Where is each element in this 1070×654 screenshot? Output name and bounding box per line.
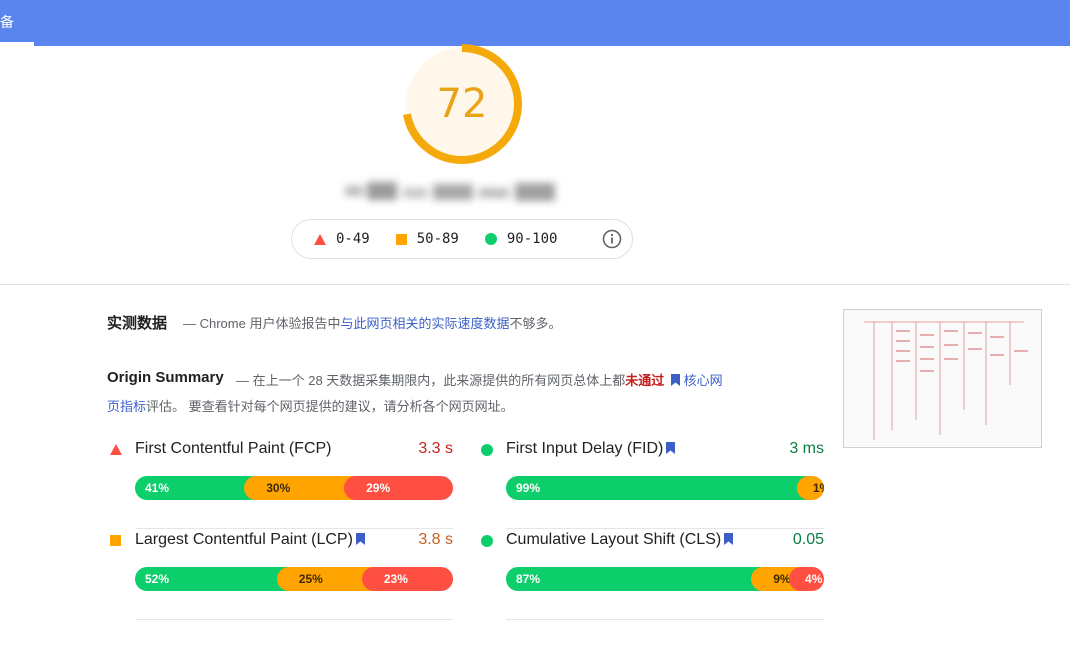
distribution-average: 1% xyxy=(796,476,824,500)
metric-header: Largest Contentful Paint (LCP) 3.8 s xyxy=(107,529,453,553)
field-data-title: 实测数据 xyxy=(107,315,168,332)
distribution-poor: 4% xyxy=(789,567,824,591)
field-data-desc-prefix: — Chrome 用户体验报告中 xyxy=(183,316,341,331)
thumbnail-image xyxy=(864,321,1028,440)
distribution-bar: 52% 25% 23% xyxy=(135,567,453,591)
core-web-vitals-link-part2[interactable]: 页指标 xyxy=(107,399,146,414)
metric-value: 0.05 xyxy=(792,531,824,548)
circle-icon xyxy=(484,233,497,245)
page-screenshot-thumbnail[interactable] xyxy=(843,309,1042,448)
blurred-url xyxy=(345,182,555,201)
top-app-bar: 备 xyxy=(0,0,1070,46)
distribution-label: 52% xyxy=(145,572,170,586)
distribution-good: 41% xyxy=(135,476,257,500)
field-data-description: — Chrome 用户体验报告中与此网页相关的实际速度数据不够多。 xyxy=(183,313,562,332)
metric-value: 3.8 s xyxy=(418,531,453,548)
info-icon[interactable] xyxy=(602,229,622,249)
metric-name: Cumulative Layout Shift (CLS) xyxy=(506,531,734,549)
origin-summary-title: Origin Summary xyxy=(107,369,224,386)
metric-value: 3 ms xyxy=(789,440,824,457)
distribution-poor: 29% xyxy=(344,476,453,500)
legend-good: 90-100 xyxy=(484,231,558,247)
distribution-label: 9% xyxy=(773,572,791,586)
performance-gauge: 72 xyxy=(400,42,524,166)
metric-2: Largest Contentful Paint (LCP) 3.8 s 52% 25… xyxy=(107,529,453,620)
distribution-bar: 87% 9% 4% xyxy=(506,567,824,591)
metric-value: 3.3 s xyxy=(418,440,453,457)
distribution-poor: 23% xyxy=(361,567,453,591)
legend-average-range: 50-89 xyxy=(416,231,459,247)
distribution-label: 25% xyxy=(298,572,323,586)
metric-name: First Contentful Paint (FCP) xyxy=(135,440,332,457)
distribution-bar: 41% 30% 29% xyxy=(135,476,453,500)
pagespeed-report: 备 72 0-49 50-89 90-100 实测数据 — Chrome 用户体… xyxy=(0,0,1070,654)
origin-summary-description-line1: — 在上一个 28 天数据采集期限内，此来源提供的所有网页总体上都未通过 核心网 xyxy=(236,370,723,389)
square-icon xyxy=(395,233,407,245)
triangle-icon xyxy=(110,444,122,455)
metric-name: Largest Contentful Paint (LCP) xyxy=(135,531,365,549)
distribution-good: 52% xyxy=(135,567,289,591)
triangle-icon xyxy=(314,233,326,245)
section-divider xyxy=(0,284,1070,285)
distribution-good: 87% xyxy=(506,567,764,591)
distribution-label: 4% xyxy=(805,572,823,586)
metric-1: First Input Delay (FID) 3 ms 99% 1% xyxy=(478,438,824,529)
origin-summary-desc-prefix: — 在上一个 28 天数据采集期限内，此来源提供的所有网页总体上都 xyxy=(236,373,626,388)
metric-name: First Input Delay (FID) xyxy=(506,440,676,458)
metric-0: First Contentful Paint (FCP) 3.3 s 41% 30% 2… xyxy=(107,438,453,529)
metric-header: First Contentful Paint (FCP) 3.3 s xyxy=(107,438,453,462)
distribution-label: 87% xyxy=(516,572,541,586)
bookmark-icon xyxy=(724,533,734,545)
legend-good-range: 90-100 xyxy=(506,231,558,247)
distribution-average: 25% xyxy=(276,567,374,591)
legend-poor-range: 0-49 xyxy=(336,231,370,247)
square-icon xyxy=(110,535,121,546)
metric-separator xyxy=(135,619,453,620)
distribution-good: 99% xyxy=(506,476,809,500)
origin-summary-description-line2: 页指标评估。 要查看针对每个网页提供的建议，请分析各个网页网址。 xyxy=(107,396,514,415)
score-legend: 0-49 50-89 90-100 xyxy=(291,219,633,259)
distribution-label: 23% xyxy=(383,572,408,586)
metric-separator xyxy=(506,619,824,620)
distribution-average: 30% xyxy=(244,476,357,500)
active-tab-indicator xyxy=(0,42,34,46)
tab-label[interactable]: 备 xyxy=(0,12,14,32)
bookmark-icon xyxy=(670,374,680,386)
metric-3: Cumulative Layout Shift (CLS) 0.05 87% 9% 4% xyxy=(478,529,824,620)
field-data-link[interactable]: 与此网页相关的实际速度数据 xyxy=(340,316,509,331)
performance-score: 72 xyxy=(436,81,488,127)
circle-icon xyxy=(481,535,493,547)
metric-header: Cumulative Layout Shift (CLS) 0.05 xyxy=(478,529,824,553)
bookmark-icon xyxy=(355,533,365,545)
origin-summary-fail: 未通过 xyxy=(625,373,665,388)
core-web-vitals-link-part1[interactable]: 核心网 xyxy=(684,373,723,388)
distribution-label: 41% xyxy=(145,481,170,495)
distribution-label: 29% xyxy=(366,481,391,495)
legend-average: 50-89 xyxy=(395,231,459,247)
distribution-label: 30% xyxy=(266,481,291,495)
distribution-bar: 99% 1% xyxy=(506,476,824,500)
distribution-label: 1% xyxy=(812,481,824,495)
circle-icon xyxy=(481,444,493,456)
field-data-desc-suffix: 不够多。 xyxy=(509,316,562,331)
legend-poor: 0-49 xyxy=(314,231,370,247)
metric-header: First Input Delay (FID) 3 ms xyxy=(478,438,824,462)
bookmark-icon xyxy=(666,442,676,454)
origin-summary-desc-suffix: 评估。 要查看针对每个网页提供的建议，请分析各个网页网址。 xyxy=(146,399,514,414)
distribution-label: 99% xyxy=(516,481,541,495)
